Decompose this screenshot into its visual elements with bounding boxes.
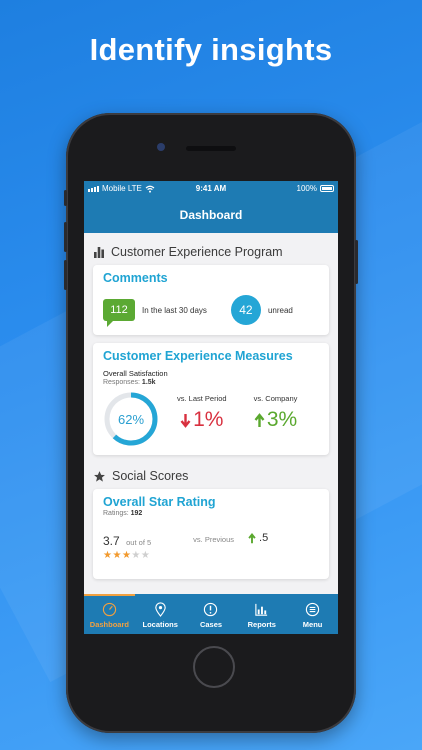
tab-locations[interactable]: Locations — [135, 596, 186, 634]
arrow-up-icon — [248, 532, 256, 543]
status-time: 9:41 AM — [195, 184, 227, 193]
satisfaction-value: 62% — [117, 411, 145, 427]
vs-last-period: vs. Last Period 1% — [177, 391, 227, 432]
unread-badge[interactable]: 42 — [230, 295, 261, 325]
rating-score-block: 3.7 out of 5 ★★★★★ — [103, 532, 151, 561]
star-rating-title: Overall Star Rating — [103, 495, 216, 509]
social-scores-header: Social Scores — [84, 463, 338, 489]
vs-last-period-value: 1% — [193, 408, 224, 431]
responses-value: 1.5k — [141, 379, 156, 386]
social-scores-title: Social Scores — [112, 469, 189, 483]
rating-score: 3.7 — [103, 534, 120, 548]
satisfaction-donut: 62% — [103, 391, 159, 447]
arrow-down-icon — [180, 413, 191, 428]
speedometer-icon — [102, 602, 117, 616]
cx-program-header: Customer Experience Program — [84, 233, 338, 265]
star-icon — [94, 470, 105, 482]
vs-previous-value: .5 — [259, 532, 269, 544]
phone-volume-down — [64, 260, 67, 290]
phone-volume-up — [64, 222, 67, 252]
rating-star-icon: ★ — [131, 550, 141, 561]
tab-menu[interactable]: Menu — [287, 596, 338, 634]
arrow-up-icon — [254, 412, 265, 427]
tab-label: Reports — [247, 619, 276, 629]
tab-label: Menu — [302, 619, 323, 629]
comment-bubble-icon: 112 — [103, 299, 135, 327]
vs-company: vs. Company 3% — [254, 391, 298, 432]
phone-power-button — [355, 240, 358, 284]
comments-period-label: In the last 30 days — [142, 305, 207, 315]
rating-star-icon: ★ — [140, 550, 151, 561]
location-pin-icon — [154, 601, 166, 617]
rating-out-of: out of 5 — [126, 538, 152, 547]
comments-title: Comments — [103, 271, 168, 285]
cx-program-title: Customer Experience Program — [111, 245, 283, 259]
nav-bar: Dashboard — [84, 196, 338, 233]
star-rating-stars: ★★★★★ — [103, 550, 151, 561]
tab-label: Dashboard — [89, 619, 129, 629]
home-button[interactable] — [193, 646, 235, 688]
responses-label: Responses: — [103, 379, 140, 386]
tab-bar: Dashboard Locations Cases Reports Menu — [84, 594, 338, 634]
tab-dashboard[interactable]: Dashboard — [84, 594, 135, 634]
vs-company-label: vs. Company — [253, 394, 298, 403]
rating-star-icon: ★ — [112, 550, 122, 561]
comments-card[interactable]: Comments 112 In the last 30 days 42 unre… — [93, 265, 329, 335]
ratings-line: Ratings: 192 — [103, 510, 320, 517]
tab-cases[interactable]: Cases — [186, 596, 237, 634]
rating-star-icon: ★ — [121, 550, 132, 561]
phone-mute-switch — [64, 190, 67, 206]
tab-label: Cases — [199, 619, 223, 629]
app-screen: Mobile LTE 9:41 AM 100% Dashboard Custom… — [84, 181, 338, 634]
unread-count: 42 — [239, 303, 253, 317]
headline: Identify insights — [89, 32, 333, 67]
star-rating-card[interactable]: Overall Star Rating Ratings: 192 3.7 out… — [93, 489, 329, 579]
responses-line: Responses: 1.5k — [103, 379, 320, 386]
alert-circle-icon — [204, 602, 218, 616]
page-title: Dashboard — [179, 207, 243, 222]
ratings-value: 192 — [130, 510, 143, 517]
comments-count: 112 — [110, 304, 128, 316]
ratings-label: Ratings: — [103, 510, 129, 517]
reports-chart-icon — [255, 603, 268, 616]
vs-previous-label: vs. Previous — [193, 535, 235, 544]
status-bar: Mobile LTE 9:41 AM 100% — [84, 181, 338, 196]
phone-speaker — [186, 146, 236, 151]
unread-label: unread — [267, 305, 293, 315]
vs-last-period-label: vs. Last Period — [177, 394, 227, 403]
bar-chart-icon — [94, 247, 104, 258]
measures-card[interactable]: Customer Experience Measures Overall Sat… — [93, 343, 329, 455]
tab-reports[interactable]: Reports — [236, 596, 287, 634]
vs-company-value: 3% — [266, 408, 298, 431]
battery-icon — [320, 185, 334, 192]
tab-label: Locations — [142, 619, 178, 629]
front-camera — [157, 143, 165, 151]
metric-name: Overall Satisfaction — [103, 369, 168, 378]
menu-icon — [305, 602, 320, 616]
measures-title: Customer Experience Measures — [103, 349, 293, 363]
